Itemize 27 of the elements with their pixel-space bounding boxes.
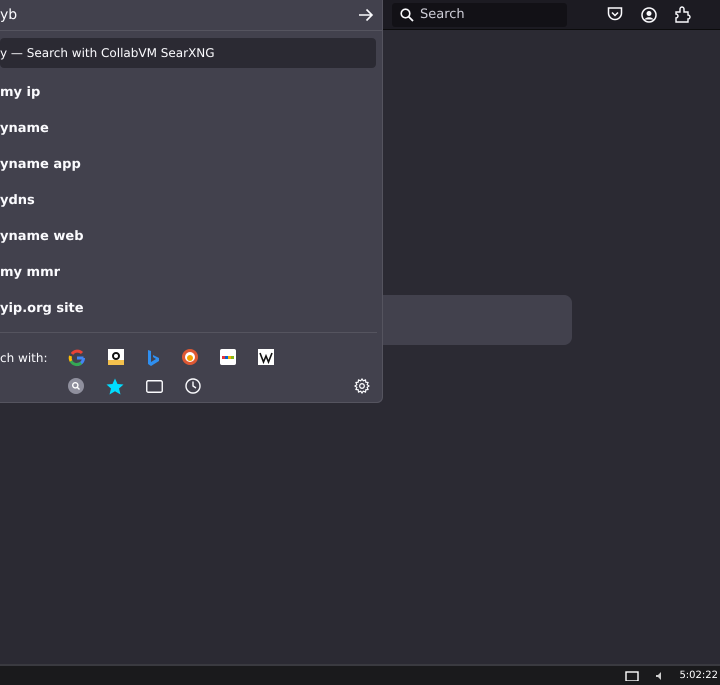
url-field[interactable]: yb	[0, 7, 200, 23]
taskbar-clock: 5:02:22	[679, 670, 719, 681]
wikipedia-icon[interactable]	[258, 349, 274, 365]
suggestion-item[interactable]: yip.org site	[0, 290, 376, 326]
search-icon	[400, 8, 414, 22]
bing-icon[interactable]	[146, 349, 160, 367]
suggestion-item[interactable]: yname web	[0, 218, 376, 254]
speaker-icon[interactable]	[655, 672, 664, 680]
search-with-label: ch with:	[0, 351, 49, 365]
account-icon[interactable]	[641, 6, 657, 22]
suggestion-item[interactable]: my mmr	[0, 254, 376, 290]
suggestion-item[interactable]: yname app	[0, 146, 376, 182]
clock-icon[interactable]	[185, 378, 201, 394]
monitor-icon[interactable]	[625, 670, 640, 680]
tab-icon[interactable]	[146, 380, 163, 392]
google-icon[interactable]	[68, 349, 86, 367]
suggestion-item[interactable]: ydns	[0, 182, 376, 218]
suggestion-item[interactable]: yname	[0, 110, 376, 146]
search-field[interactable]: Search	[392, 2, 567, 26]
suggestion-item[interactable]: my ip	[0, 74, 376, 110]
settings-icon[interactable]	[354, 378, 370, 394]
suggestion-item[interactable]: y — Search with CollabVM SearXNG	[0, 38, 376, 68]
search-icon[interactable]	[68, 378, 84, 394]
star-icon[interactable]	[106, 378, 124, 394]
puzzle-icon[interactable]	[675, 6, 691, 23]
go-arrow-icon[interactable]	[358, 8, 374, 22]
pocket-icon[interactable]	[607, 7, 623, 22]
